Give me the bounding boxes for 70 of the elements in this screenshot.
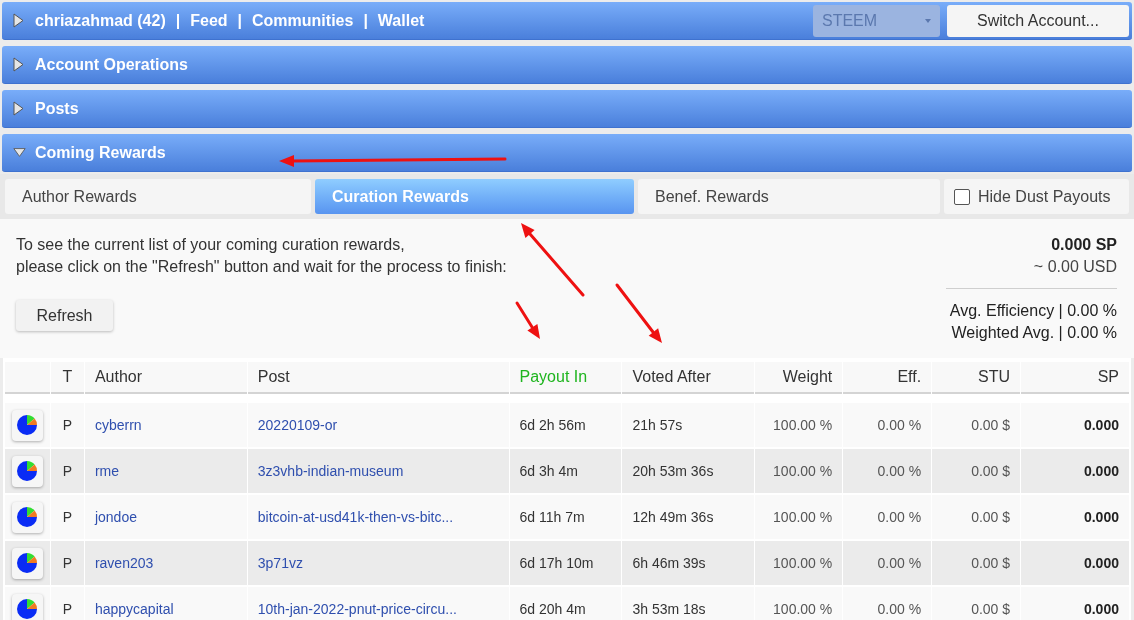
table-cell-text: P <box>62 415 73 435</box>
weighted-avg-text: Weighted Avg. | 0.00 % <box>951 323 1117 343</box>
table-cell-text: 6h 46m 39s <box>632 553 706 573</box>
table-cell-text: 0.00 % <box>877 415 922 435</box>
pie-chart-button[interactable] <box>11 409 43 441</box>
table-cell-text: 0.000 <box>1083 553 1119 573</box>
table-cell-text: 100.00 % <box>773 461 833 481</box>
total-sp-text: 0.000 SP <box>1051 235 1117 255</box>
pie-chart-button[interactable] <box>11 593 43 620</box>
author-link[interactable]: jondoe <box>94 506 137 528</box>
table-cell-text: 0.00 % <box>877 553 922 573</box>
table-cell-text: 6d 11h 7m <box>519 507 585 527</box>
switch-account-button[interactable]: Switch Account... <box>947 4 1129 37</box>
table-cell-text: 6d 17h 10m <box>519 553 594 573</box>
avg-efficiency-text: Avg. Efficiency | 0.00 % <box>949 301 1117 321</box>
reward-tab[interactable]: Benef. Rewards <box>638 179 940 214</box>
post-link[interactable]: 20220109-or <box>257 414 338 436</box>
pie-chart-icon <box>17 553 38 573</box>
table-cell-text: 20h 53m 36s <box>632 461 714 481</box>
hide-dust-checkbox-option[interactable]: Hide Dust Payouts <box>944 179 1129 214</box>
table-cell-text: 12h 49m 36s <box>632 507 714 527</box>
total-usd-text: ~ 0.00 USD <box>1033 257 1117 277</box>
author-link[interactable]: cyberrn <box>94 414 142 436</box>
pie-chart-button[interactable] <box>11 455 43 487</box>
table-cell-text: 0.00 % <box>877 461 922 481</box>
table-cell-text: 3h 53m 18s <box>632 599 706 619</box>
pie-chart-icon <box>17 599 38 619</box>
author-link[interactable]: raven203 <box>94 552 154 574</box>
table-cell-text: P <box>62 599 73 619</box>
table-cell-text: 0.00 % <box>877 507 922 527</box>
reward-tab[interactable]: Author Rewards <box>5 179 311 214</box>
table-cell-text: P <box>62 507 73 527</box>
table-cell-text: 6d 2h 56m <box>519 415 586 435</box>
caret-icon <box>925 18 931 23</box>
table-cell-text: 0.00 $ <box>971 461 1011 481</box>
pie-chart-button[interactable] <box>11 547 43 579</box>
pie-chart-icon <box>17 507 38 527</box>
table-cell-text: 0.00 $ <box>971 415 1011 435</box>
link-separator: | <box>237 10 243 31</box>
column-header[interactable]: SP <box>1097 365 1119 389</box>
pie-chart-icon <box>17 461 38 481</box>
table-cell-text: 0.000 <box>1083 415 1119 435</box>
table-cell-text: 0.00 $ <box>971 599 1011 619</box>
column-header[interactable]: Post <box>257 365 290 389</box>
refresh-button[interactable]: Refresh <box>16 300 113 331</box>
table-cell-text: 100.00 % <box>773 415 833 435</box>
annotation-arrow <box>515 301 540 339</box>
table-cell-text: 100.00 % <box>773 553 833 573</box>
table-cell-text: 0.00 $ <box>971 507 1011 527</box>
annotation-arrow <box>615 283 662 343</box>
post-link[interactable]: 3p71vz <box>257 552 303 574</box>
table-cell-text: 0.00 $ <box>971 553 1011 573</box>
author-link[interactable]: rme <box>94 460 120 482</box>
checkbox[interactable] <box>954 188 970 205</box>
table-cell-text: 6d 3h 4m <box>519 461 578 481</box>
table-cell-text: 100.00 % <box>773 507 833 527</box>
table-cell-text: 6d 20h 4m <box>519 599 586 619</box>
table-cell-text: 21h 57s <box>632 415 683 435</box>
pie-chart-button[interactable] <box>11 501 43 533</box>
link-separator: | <box>363 10 368 31</box>
table-cell-text: 0.000 <box>1083 599 1119 619</box>
table-cell-text: 0.00 % <box>877 599 922 619</box>
instructions-text: To see the current list of your coming curation rewards, please click on the "Refresh" button and wait for the process to finish: <box>16 235 507 277</box>
table-cell-text: 0.000 <box>1083 461 1119 481</box>
table-cell-text: 100.00 % <box>773 599 833 619</box>
pie-chart-icon <box>17 415 38 435</box>
table-cell-text: P <box>62 461 73 481</box>
table-cell-text: P <box>62 553 73 573</box>
link-separator: | <box>175 10 181 31</box>
table-cell-text: 0.000 <box>1083 507 1119 527</box>
